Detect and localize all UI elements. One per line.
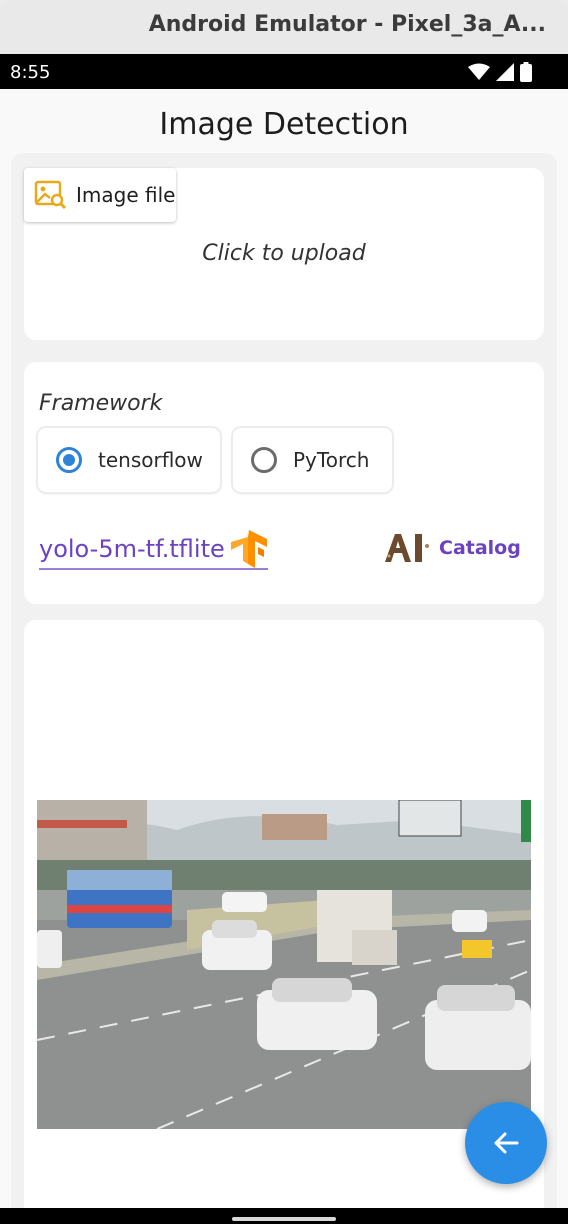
back-fab-button[interactable] <box>465 1102 547 1184</box>
radio-tensorflow-label: tensorflow <box>98 448 203 472</box>
wifi-icon <box>468 63 490 80</box>
status-time: 8:55 <box>10 62 51 83</box>
window-titlebar: Android Emulator - Pixel_3a_A... <box>0 0 568 54</box>
navigation-bar <box>0 1208 568 1224</box>
image-file-label: Image file <box>76 183 176 207</box>
home-gesture-pill[interactable] <box>232 1217 336 1221</box>
framework-label: Framework <box>39 391 163 416</box>
radio-tensorflow[interactable]: tensorflow <box>38 428 220 492</box>
signal-icon <box>496 63 514 81</box>
catalog-label: Catalog <box>439 537 521 559</box>
radio-pytorch[interactable]: PyTorch <box>233 428 392 492</box>
page-title: Image Detection <box>159 107 409 142</box>
status-bar: 8:55 <box>0 54 568 89</box>
image-search-icon <box>34 180 67 210</box>
battery-icon <box>520 62 532 82</box>
model-select-field[interactable]: yolo-5m-tf.tflite <box>39 530 268 570</box>
radio-pytorch-label: PyTorch <box>293 448 370 472</box>
upload-hint: Click to upload <box>202 241 366 266</box>
tensorflow-logo-icon <box>230 530 267 568</box>
arrow-back-icon <box>494 1132 519 1154</box>
app-screen: Image Detection Image file Click to uplo… <box>0 89 568 1208</box>
image-file-button[interactable]: Image file <box>24 168 176 222</box>
radio-unchecked-icon <box>251 447 277 473</box>
status-icons <box>468 62 532 82</box>
uploaded-image <box>37 800 531 1129</box>
ai-logo-icon <box>385 534 429 562</box>
radio-checked-icon <box>56 447 82 473</box>
window-title: Android Emulator - Pixel_3a_A... <box>148 12 546 37</box>
catalog-button[interactable]: Catalog <box>383 530 521 566</box>
model-name: yolo-5m-tf.tflite <box>39 535 225 563</box>
